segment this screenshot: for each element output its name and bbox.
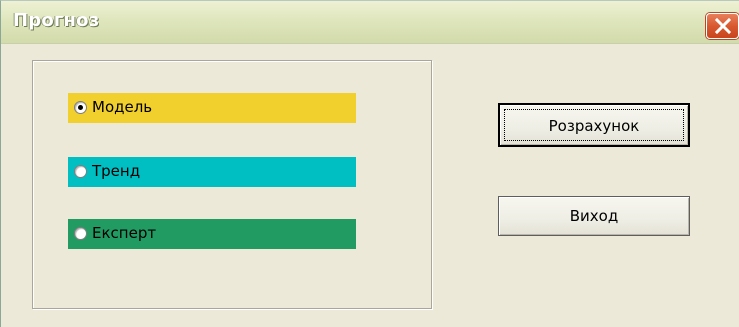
prognoz-dialog: Прогноз Модель Тренд Експерт Розрахунок … (0, 0, 739, 327)
exit-button-label: Виход (569, 207, 619, 225)
radio-expert[interactable] (74, 227, 87, 240)
option-trend-label[interactable]: Тренд (92, 162, 140, 180)
close-icon (714, 17, 732, 35)
radio-trend[interactable] (74, 165, 87, 178)
option-model-label[interactable]: Модель (92, 98, 152, 116)
option-expert[interactable]: Експерт (68, 219, 356, 249)
calculate-button[interactable]: Розрахунок (498, 103, 690, 147)
close-button[interactable] (706, 13, 739, 39)
option-trend[interactable]: Тренд (68, 157, 356, 187)
radio-selected-dot (78, 105, 83, 110)
option-model[interactable]: Модель (68, 93, 356, 123)
calculate-button-label: Розрахунок (548, 117, 640, 135)
window-title: Прогноз (13, 10, 100, 31)
title-bar[interactable]: Прогноз (1, 1, 739, 44)
option-expert-label[interactable]: Експерт (92, 224, 156, 242)
radio-model[interactable] (74, 101, 87, 114)
exit-button[interactable]: Виход (498, 196, 690, 236)
